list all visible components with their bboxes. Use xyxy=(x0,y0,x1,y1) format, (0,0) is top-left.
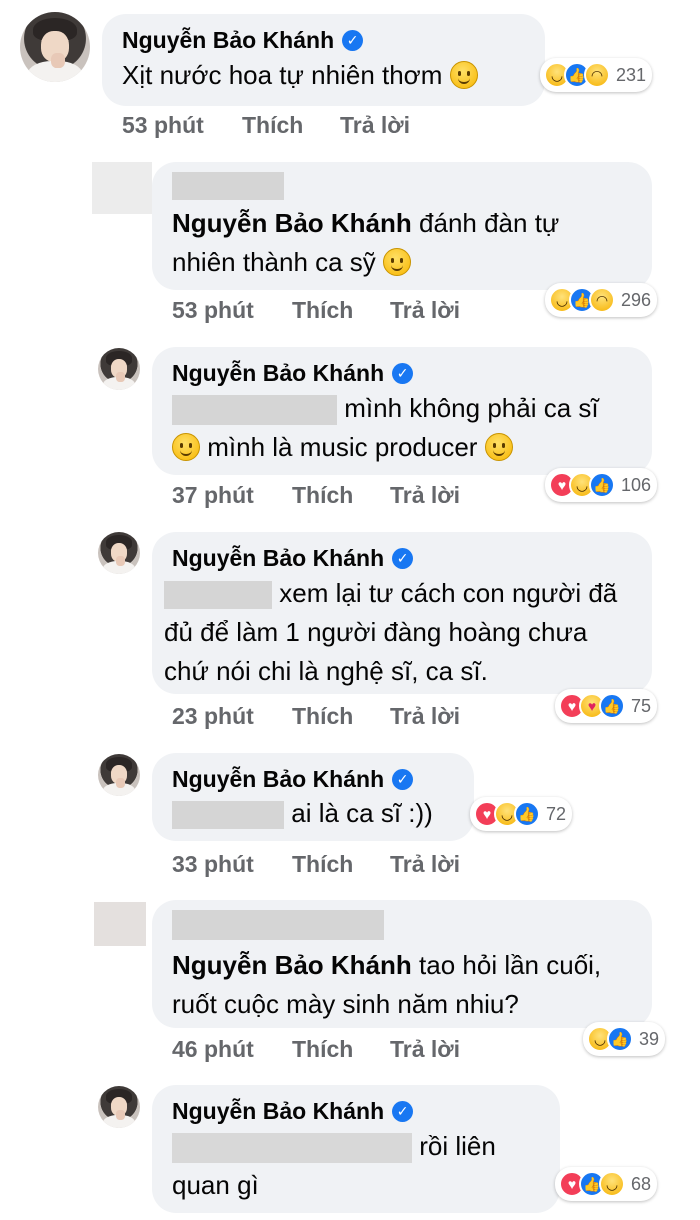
sad-icon: ◠ xyxy=(589,287,615,313)
comment-author[interactable]: Nguyễn Bảo Khánh ✓ xyxy=(172,357,414,389)
avatar[interactable] xyxy=(98,754,140,796)
comment-bubble: Nguyễn Bảo Khánh ✓ Xịt nước hoa tự nhiên … xyxy=(102,14,545,106)
comment-time[interactable]: 33 phút xyxy=(172,851,292,878)
avatar[interactable] xyxy=(98,348,140,390)
avatar[interactable] xyxy=(94,902,146,946)
like-button[interactable]: Thích xyxy=(292,703,390,730)
like-button[interactable]: Thích xyxy=(292,1036,390,1063)
like-icon: 👍 xyxy=(514,801,540,827)
like-button[interactable]: Thích xyxy=(292,482,390,509)
comment-time[interactable]: 23 phút xyxy=(172,703,292,730)
comment-actions: 53 phút Thích Trả lời xyxy=(122,112,410,139)
like-button[interactable]: Thích xyxy=(292,851,390,878)
comment-author[interactable] xyxy=(172,910,632,946)
reaction-summary[interactable]: ◡ 👍 ◠ 296 xyxy=(545,283,658,317)
verified-badge-icon: ✓ xyxy=(392,1100,414,1122)
comment-text: xem lại tư cách con người đã đủ để làm 1 … xyxy=(164,578,618,686)
comment-text: Xịt nước hoa tự nhiên thơm xyxy=(122,56,525,95)
comment-time[interactable]: 46 phút xyxy=(172,1036,292,1063)
comment-text: mình không phải ca sĩ mình là music prod… xyxy=(172,389,632,467)
smiley-emoji-icon xyxy=(484,433,513,461)
redacted-name xyxy=(172,172,284,200)
comment-actions: 33 phút Thích Trả lời xyxy=(172,851,460,878)
comment-bubble: Nguyễn Bảo Khánh ✓ rồi liên quan gì xyxy=(152,1085,560,1213)
reply-button[interactable]: Trả lời xyxy=(390,703,460,730)
smiley-emoji-icon xyxy=(449,61,478,89)
reply-button[interactable]: Trả lời xyxy=(390,297,460,324)
reply-button[interactable]: Trả lời xyxy=(390,1036,460,1063)
sad-icon: ◠ xyxy=(584,62,610,88)
comment-text: Nguyễn Bảo Khánh đánh đàn tự nhiên thành … xyxy=(172,208,560,277)
comment-actions: 37 phút Thích Trả lời xyxy=(172,482,460,509)
comment-author[interactable] xyxy=(172,172,632,204)
comment-actions: 46 phút Thích Trả lời xyxy=(172,1036,460,1063)
comment-author[interactable]: Nguyễn Bảo Khánh ✓ xyxy=(122,24,364,56)
comment-actions: 23 phút Thích Trả lời xyxy=(172,703,460,730)
reaction-summary[interactable]: ♥ 👍 ◡ 68 xyxy=(555,1167,658,1201)
reply-button[interactable]: Trả lời xyxy=(340,112,410,139)
avatar[interactable] xyxy=(20,12,90,82)
comment-bubble: Nguyễn Bảo Khánh tao hỏi lần cuối, ruốt c… xyxy=(152,900,652,1028)
comment-bubble: Nguyễn Bảo Khánh đánh đàn tự nhiên thành … xyxy=(152,162,652,290)
comment-time[interactable]: 53 phút xyxy=(172,297,292,324)
redacted-mention xyxy=(172,395,337,426)
comment-text: ai là ca sĩ :)) xyxy=(172,795,454,831)
like-icon: 👍 xyxy=(607,1026,633,1052)
verified-badge-icon: ✓ xyxy=(342,29,364,51)
like-icon: 👍 xyxy=(589,472,615,498)
comment-bubble: Nguyễn Bảo Khánh ✓ xem lại tư cách con ng… xyxy=(152,532,652,694)
avatar[interactable] xyxy=(92,162,152,214)
haha-icon: ◡ xyxy=(599,1171,625,1197)
comment-author[interactable]: Nguyễn Bảo Khánh ✓ xyxy=(172,542,414,574)
like-icon: 👍 xyxy=(599,693,625,719)
comment-bubble: Nguyễn Bảo Khánh ✓ ai là ca sĩ :)) xyxy=(152,753,474,841)
redacted-mention xyxy=(172,1133,412,1164)
like-button[interactable]: Thích xyxy=(292,297,390,324)
comment-actions: 53 phút Thích Trả lời xyxy=(172,297,460,324)
verified-badge-icon: ✓ xyxy=(392,547,414,569)
verified-badge-icon: ✓ xyxy=(392,362,414,384)
avatar[interactable] xyxy=(98,1086,140,1128)
redacted-mention xyxy=(164,581,272,610)
comment-bubble: Nguyễn Bảo Khánh ✓ mình không phải ca sĩ … xyxy=(152,347,652,475)
reply-button[interactable]: Trả lời xyxy=(390,851,460,878)
smiley-emoji-icon xyxy=(383,248,412,276)
verified-badge-icon: ✓ xyxy=(392,768,414,790)
reaction-summary[interactable]: ♥ ◡ 👍 106 xyxy=(545,468,658,502)
reaction-summary[interactable]: ♥ ◡ 👍 72 xyxy=(470,797,573,831)
redacted-name xyxy=(172,910,384,940)
comment-author[interactable]: Nguyễn Bảo Khánh ✓ xyxy=(172,763,414,795)
comment-text: Nguyễn Bảo Khánh tao hỏi lần cuối, ruốt c… xyxy=(172,950,602,1019)
reaction-summary[interactable]: ◡ 👍 39 xyxy=(583,1022,666,1056)
reaction-summary[interactable]: ♥ ♥ 👍 75 xyxy=(555,689,658,723)
avatar[interactable] xyxy=(98,532,140,574)
comment-time[interactable]: 37 phút xyxy=(172,482,292,509)
reaction-summary[interactable]: ◡ 👍 ◠ 231 xyxy=(540,58,653,92)
comment-author[interactable]: Nguyễn Bảo Khánh ✓ xyxy=(172,1095,414,1127)
smiley-emoji-icon xyxy=(172,433,200,461)
reply-button[interactable]: Trả lời xyxy=(390,482,460,509)
comment-time[interactable]: 53 phút xyxy=(122,112,242,139)
like-button[interactable]: Thích xyxy=(242,112,340,139)
redacted-mention xyxy=(172,801,284,830)
comment-text: rồi liên quan gì xyxy=(172,1131,496,1200)
